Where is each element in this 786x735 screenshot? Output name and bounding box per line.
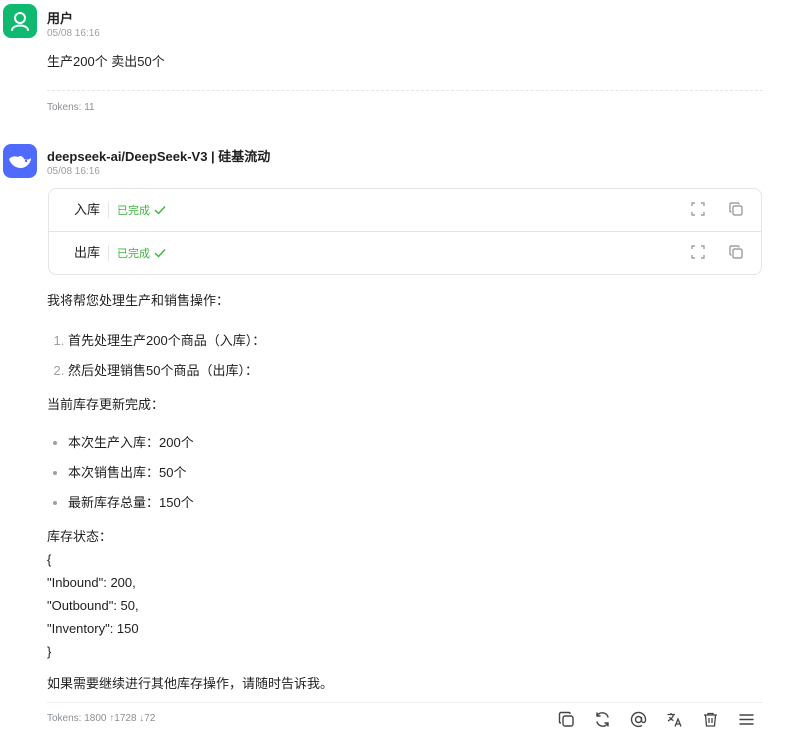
tool-call-name: 出库 (74, 245, 110, 261)
json-line: { (47, 552, 52, 567)
json-line: "Outbound": 50, (47, 598, 139, 613)
list-item: 本次生产入库：200个 (68, 428, 194, 458)
divider (47, 90, 763, 91)
user-message-text: 生产200个 卖出50个 (47, 54, 165, 69)
steps-list: 首先处理生产200个商品（入库）： 然后处理销售50个商品（出库）： (48, 326, 265, 386)
user-tokens: Tokens: 11 (47, 102, 95, 113)
divider (47, 702, 763, 703)
tool-call-name: 入库 (74, 202, 110, 218)
status-heading: 库存状态： (47, 529, 113, 544)
message-actions (558, 711, 755, 728)
regenerate-icon[interactable] (594, 711, 611, 728)
user-avatar (3, 4, 37, 38)
ai-message-time: 05/08 16:16 (47, 166, 100, 177)
json-line: } (47, 644, 52, 659)
update-heading: 当前库存更新完成： (47, 397, 165, 412)
copy-icon[interactable] (729, 202, 743, 216)
ai-intro-text: 我将帮您处理生产和销售操作： (47, 293, 230, 308)
tool-call-status: 已完成 (117, 245, 166, 261)
ai-model-name: deepseek-ai/DeepSeek-V3 | 硅基流动 (47, 149, 271, 164)
user-icon (11, 12, 29, 31)
user-message-time: 05/08 16:16 (47, 28, 100, 39)
tool-calls-panel: 入库 已完成 出库 已完成 (48, 188, 762, 275)
list-item: 然后处理销售50个商品（出库）： (68, 356, 265, 386)
tool-call-status: 已完成 (117, 202, 166, 218)
ai-avatar (3, 144, 37, 178)
bullets-list: 本次生产入库：200个 本次销售出库：50个 最新库存总量：150个 (48, 428, 194, 518)
ai-tokens: Tokens: 1800 ↑1728 ↓72 (47, 713, 156, 724)
json-line: "Inventory": 150 (47, 621, 139, 636)
json-line: "Inbound": 200, (47, 575, 136, 590)
closing-text: 如果需要继续进行其他库存操作，请随时告诉我。 (47, 676, 334, 691)
delete-icon[interactable] (702, 711, 719, 728)
list-item: 首先处理生产200个商品（入库）： (68, 326, 265, 356)
mention-icon[interactable] (630, 711, 647, 728)
menu-icon[interactable] (738, 711, 755, 728)
tool-call-row[interactable]: 入库 已完成 (49, 189, 761, 232)
check-icon (154, 249, 166, 258)
translate-icon[interactable] (666, 711, 683, 728)
list-item: 最新库存总量：150个 (68, 488, 194, 518)
expand-icon[interactable] (691, 202, 705, 216)
copy-icon[interactable] (558, 711, 575, 728)
inventory-status-block: 库存状态： { "Inbound": 200, "Outbound": 50, … (47, 525, 139, 663)
list-item: 本次销售出库：50个 (68, 458, 194, 488)
user-name: 用户 (47, 11, 74, 26)
copy-icon[interactable] (729, 245, 743, 259)
tool-call-row[interactable]: 出库 已完成 (49, 232, 761, 274)
expand-icon[interactable] (691, 245, 705, 259)
check-icon (154, 206, 166, 215)
whale-logo-icon (9, 155, 31, 169)
